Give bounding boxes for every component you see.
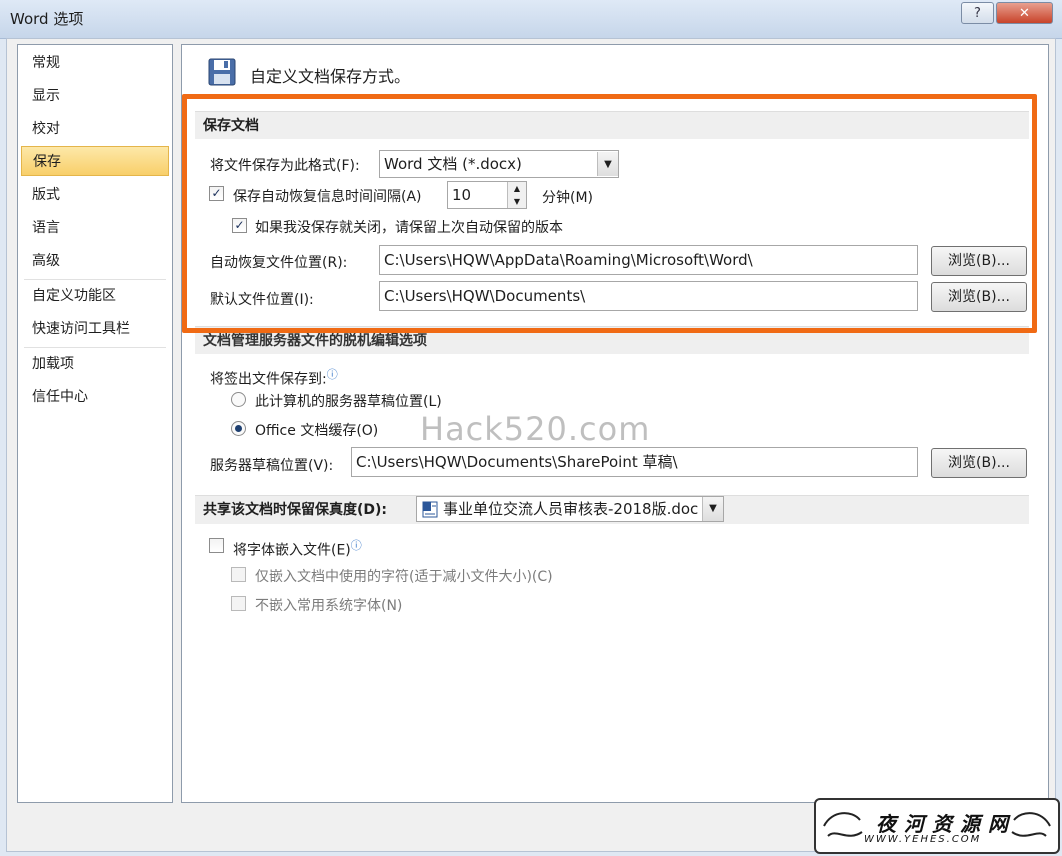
nav-item-customize-ribbon[interactable]: 自定义功能区	[21, 281, 169, 311]
close-button[interactable]: ✕	[996, 2, 1053, 24]
stamp-url: WWW.YEHES.COM	[864, 834, 982, 845]
nav-item-general[interactable]: 常规	[21, 48, 169, 78]
nav-item-addins[interactable]: 加载项	[21, 349, 169, 379]
fidelity-document-name: 事业单位交流人员审核表-2018版.doc	[443, 500, 699, 518]
nav-item-language[interactable]: 语言	[21, 213, 169, 243]
nav-item-layout[interactable]: 版式	[21, 180, 169, 210]
nav-divider	[24, 279, 166, 280]
nav-item-quick-access-toolbar[interactable]: 快速访问工具栏	[21, 314, 169, 344]
window-title: Word 选项	[10, 10, 84, 28]
server-drafts-browse-button[interactable]: 浏览(B)...	[931, 448, 1027, 478]
server-drafts-radio[interactable]	[231, 392, 246, 407]
options-nav: 常规 显示 校对 保存 版式 语言 高级 自定义功能区 快速访问工具栏 加载项 …	[17, 44, 173, 803]
checkout-save-text: 将签出文件保存到:	[210, 371, 327, 388]
no-common-fonts-label: 不嵌入常用系统字体(N)	[255, 598, 403, 614]
help-button[interactable]: ?	[961, 2, 994, 24]
ornament-right-icon	[1011, 812, 1051, 837]
highlight-frame	[182, 94, 1037, 333]
checkout-save-label: 将签出文件保存到:ⓘ	[210, 366, 338, 389]
office-cache-label: Office 文档缓存(O)	[255, 423, 379, 439]
info-icon: ⓘ	[350, 539, 362, 552]
no-common-fonts-checkbox[interactable]	[231, 596, 246, 611]
word-document-icon	[422, 501, 438, 518]
stamp-name: 夜河资源网	[876, 812, 1016, 836]
nav-item-save[interactable]: 保存	[21, 146, 169, 176]
radio-selected-dot	[235, 425, 242, 432]
nav-item-display[interactable]: 显示	[21, 81, 169, 111]
nav-item-proofing[interactable]: 校对	[21, 114, 169, 144]
nav-item-trust-center[interactable]: 信任中心	[21, 382, 169, 412]
embed-fonts-label: 将字体嵌入文件(E)ⓘ	[233, 537, 362, 560]
nav-item-advanced[interactable]: 高级	[21, 246, 169, 276]
embed-fonts-checkbox[interactable]	[209, 538, 224, 553]
ornament-left-icon	[823, 812, 863, 837]
embed-only-used-checkbox[interactable]	[231, 567, 246, 582]
server-drafts-location-field[interactable]: C:\Users\HQW\Documents\SharePoint 草稿\	[351, 447, 918, 477]
page-description: 自定义文档保存方式。	[250, 67, 411, 86]
server-drafts-location-label: 服务器草稿位置(V):	[210, 458, 334, 474]
embed-fonts-text: 将字体嵌入文件(E)	[233, 542, 351, 559]
embed-only-used-label: 仅嵌入文档中使用的字符(适于减小文件大小)(C)	[255, 569, 553, 585]
floppy-disk-icon	[208, 58, 236, 86]
watermark: Hack520.com	[420, 410, 651, 448]
title-bar	[0, 0, 1062, 39]
office-cache-radio[interactable]	[231, 421, 246, 436]
nav-divider	[24, 347, 166, 348]
info-icon: ⓘ	[326, 368, 338, 381]
chevron-down-icon[interactable]: ▼	[702, 497, 723, 521]
fidelity-document-select[interactable]: 事业单位交流人员审核表-2018版.doc ▼	[416, 496, 724, 522]
site-stamp: 夜河资源网 WWW.YEHES.COM	[814, 798, 1060, 854]
server-drafts-label: 此计算机的服务器草稿位置(L)	[255, 394, 442, 410]
